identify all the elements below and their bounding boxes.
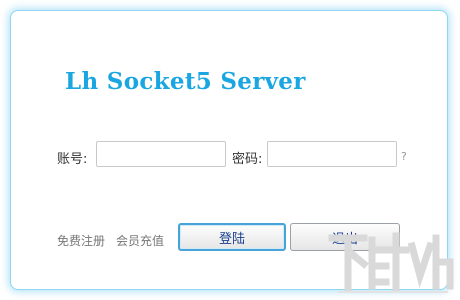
app-title: Lh Socket5 Server bbox=[65, 68, 306, 95]
watermark-logo-icon bbox=[328, 232, 454, 293]
account-label: 账号: bbox=[57, 152, 88, 167]
password-label: 密码: bbox=[232, 152, 263, 167]
login-button[interactable]: 登陆 bbox=[178, 223, 286, 251]
help-icon[interactable]: ? bbox=[401, 150, 407, 163]
login-button-label: 登陆 bbox=[218, 231, 245, 247]
free-register-link[interactable]: 免费注册 bbox=[57, 232, 105, 249]
member-recharge-link[interactable]: 会员充值 bbox=[116, 232, 164, 249]
password-input[interactable] bbox=[267, 141, 397, 167]
account-input[interactable] bbox=[96, 141, 226, 167]
